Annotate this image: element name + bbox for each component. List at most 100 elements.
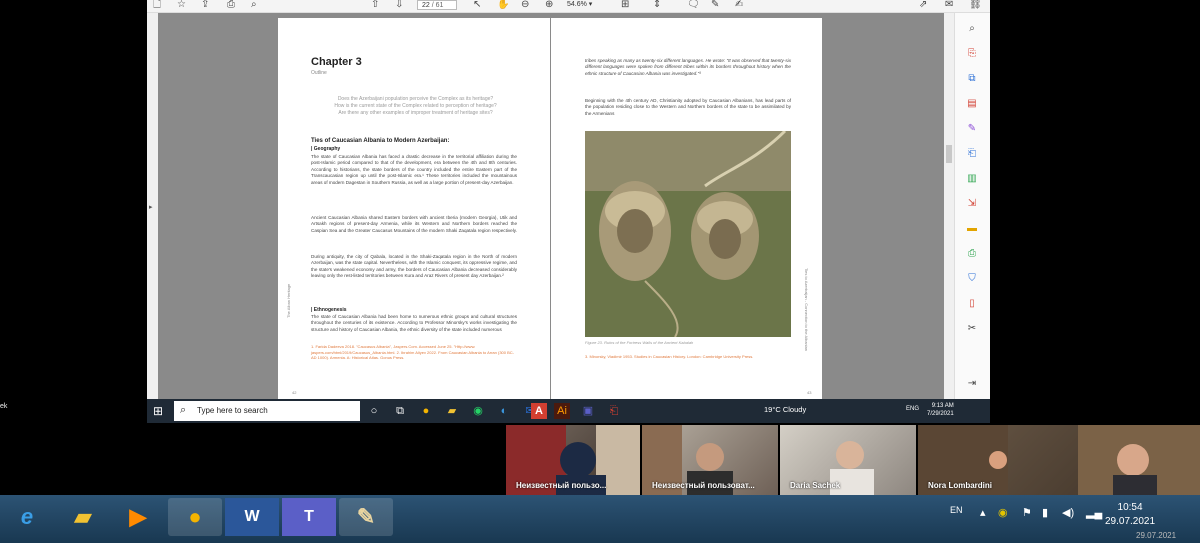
page-up-icon[interactable]: ⇧ (371, 0, 379, 11)
chrome-icon[interactable]: ● (168, 498, 222, 536)
zoom-level[interactable]: 54.6% ▾ (567, 0, 607, 10)
pdf-page-right: tribes speaking as many as twenty-six di… (551, 18, 822, 399)
whatsapp-icon[interactable]: ◉ (470, 403, 486, 419)
scan-icon[interactable]: ⎙ (965, 248, 979, 260)
create-pdf-icon[interactable]: ⧉ (965, 73, 979, 85)
page-total: / 61 (431, 2, 444, 9)
file-explorer-icon[interactable]: ▰ (56, 498, 110, 536)
paragraph: The state of Caucasian Albania has faced… (311, 154, 517, 185)
paragraph: Beginning with the 4th century AD, Chris… (585, 98, 791, 116)
document-area[interactable]: ▸ Chapter 3 Outline Does the Azerbaijani… (147, 13, 954, 399)
action-center-icon[interactable]: ⚑ (1022, 506, 1032, 519)
chrome-icon[interactable]: ● (418, 403, 434, 419)
section-subheading: | Ethnogenesis (311, 307, 347, 313)
scroll-mode-icon[interactable]: ⇕ (653, 0, 661, 11)
bookmark-star-icon[interactable]: ☆ (177, 0, 186, 11)
time: 9:13 AM (931, 403, 954, 409)
left-nav-gutter[interactable]: ▸ (147, 13, 158, 399)
participant-tile[interactable]: Nora Lombardini (918, 425, 1200, 495)
participant-tile[interactable]: Daria Sachek (780, 425, 916, 495)
volume-icon[interactable]: ◀) (1062, 506, 1074, 519)
illustrator-icon[interactable]: Ai (554, 403, 570, 419)
photo-illustration (585, 131, 791, 337)
question: Does the Azerbaijani population perceive… (337, 96, 494, 102)
search-icon[interactable]: ⌕ (965, 23, 979, 35)
running-header: Ties to Azerbaijan - Connection to the A… (804, 268, 809, 352)
participant-name: Неизвестный пользо... (516, 481, 607, 490)
media-player-icon[interactable]: ▶ (111, 498, 165, 536)
language-indicator[interactable]: EN (950, 505, 963, 515)
zoom-search-icon[interactable]: ⌕ (251, 0, 257, 11)
participant-tile[interactable]: Неизвестный пользо... (506, 425, 640, 495)
windows-start-icon[interactable]: ⊞ (153, 404, 163, 418)
comment-icon[interactable]: ▬ (965, 223, 979, 235)
network-icon[interactable]: ▂▄ (1086, 506, 1102, 519)
show-hidden-icons[interactable]: ▴ (980, 506, 986, 519)
file-explorer-icon[interactable]: ▰ (444, 403, 460, 419)
pdf-app-icon[interactable]: ⎗ (606, 403, 622, 419)
footnotes: 3. Minorsky, Vladimir 1953. Studies in C… (585, 354, 754, 359)
section-heading: Ties of Caucasian Albania to Modern Azer… (311, 138, 450, 144)
sign-icon[interactable]: ✍ (735, 0, 743, 11)
protect-icon[interactable]: ⛉ (965, 273, 979, 285)
question: How is the current state of the Complex … (334, 103, 497, 109)
paint-icon[interactable]: ✎ (339, 498, 393, 536)
participant-name: Nora Lombardini (928, 481, 993, 490)
zoom-out-icon[interactable]: ⊖ (521, 0, 529, 11)
scrollbar-thumb[interactable] (946, 145, 952, 163)
teams-icon[interactable]: T (282, 498, 336, 536)
date-overflow: 29.07.2021 (1136, 531, 1177, 540)
compress-icon[interactable]: ⇲ (965, 198, 979, 210)
vertical-scrollbar[interactable] (944, 13, 954, 399)
participant-tile[interactable]: Неизвестный пользоват... (642, 425, 778, 495)
organize-icon[interactable]: ⎗ (965, 148, 979, 160)
clock[interactable]: 10:54 29.07.2021 (1105, 501, 1155, 529)
chapter-questions: Does the Azerbaijani population perceive… (308, 96, 523, 117)
footnotes: 1. Farida Dadeeva 2018. "Caucasus Albani… (311, 344, 514, 360)
teams-icon[interactable]: ▣ (580, 403, 596, 419)
page-down-icon[interactable]: ⇩ (395, 0, 403, 11)
chapter-title: Chapter 3 (311, 56, 362, 68)
remote-taskbar: ⊞ ⌕ Type here to search ○ ⧉ ● ▰ ◉ ◐ ✉ A … (147, 399, 990, 423)
share-icon[interactable]: ⇗ (919, 0, 927, 11)
export-pdf-icon[interactable]: ⎘ (965, 48, 979, 60)
app-tray-icon[interactable]: ◉ (998, 506, 1008, 519)
fit-page-icon[interactable]: ⊞ (621, 0, 629, 11)
select-cursor-icon[interactable]: ↖ (473, 0, 481, 11)
language-indicator[interactable]: ENG (906, 406, 919, 412)
participant-name: Неизвестный пользоват... (652, 481, 755, 490)
zoom-in-icon[interactable]: ⊕ (545, 0, 553, 11)
battery-icon[interactable]: ▮ (1042, 506, 1048, 519)
expand-left-icon[interactable]: ▸ (149, 203, 153, 211)
save-icon[interactable]: 🗋 (153, 0, 161, 11)
hand-tool-icon[interactable]: ✋ (497, 0, 509, 11)
word-icon[interactable]: W (225, 498, 279, 536)
clock[interactable]: 9:13 AM 7/29/2021 (927, 402, 954, 418)
edit-pdf-icon[interactable]: ▤ (965, 98, 979, 110)
truncated-label: ek (0, 403, 8, 410)
acrobat-icon[interactable]: A (531, 403, 547, 419)
link-icon[interactable]: ⛓ (969, 0, 982, 11)
comment-icon[interactable]: 🗨 (687, 0, 700, 11)
pen-icon[interactable]: ✎ (711, 0, 719, 11)
export-icon[interactable]: ▥ (965, 173, 979, 185)
paragraph: tribes speaking as many as twenty-six di… (585, 58, 791, 76)
edge-icon[interactable]: ◐ (496, 403, 512, 419)
document-icon[interactable]: ▯ (965, 298, 979, 310)
fill-sign-icon[interactable]: ✎ (965, 123, 979, 135)
mail-icon[interactable]: ✉ (945, 0, 953, 11)
upload-icon[interactable]: ⇪ (201, 0, 209, 11)
weather-widget[interactable]: 19°C Cloudy (764, 405, 806, 414)
tools-icon[interactable]: ✂ (965, 323, 979, 335)
page-number-input[interactable]: 22 / 61 (417, 0, 457, 10)
cortana-icon[interactable]: ○ (366, 403, 382, 419)
task-view-icon[interactable]: ⧉ (392, 403, 408, 419)
paragraph: During antiquity, the city of Qabala, lo… (311, 254, 517, 279)
taskbar-search[interactable]: ⌕ Type here to search (174, 401, 360, 421)
collapse-panel-icon[interactable]: ⇥ (965, 378, 979, 390)
internet-explorer-icon[interactable]: e (0, 498, 54, 536)
print-icon[interactable]: ⎙ (227, 0, 235, 11)
paragraph: Ancient Caucasian Albania shared Eastern… (311, 215, 517, 233)
page-number: 43 (807, 390, 812, 395)
page-number: 42 (292, 390, 297, 395)
